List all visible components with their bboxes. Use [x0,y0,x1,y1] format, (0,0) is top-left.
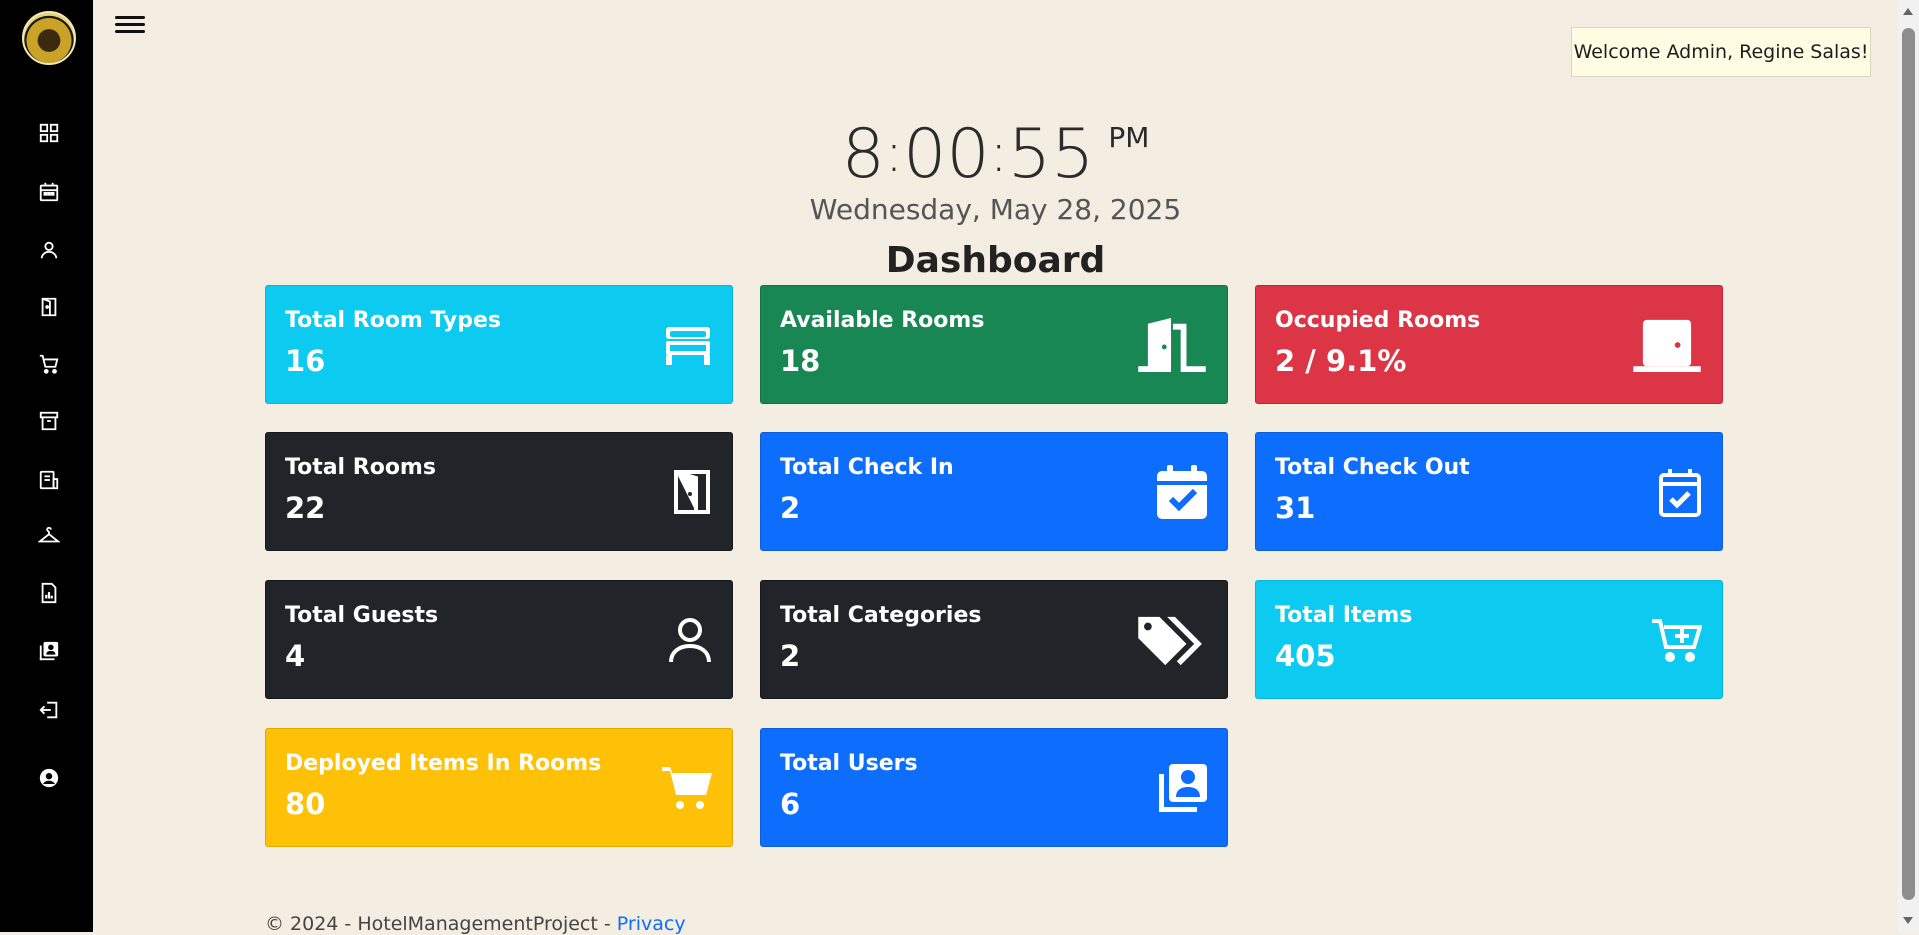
clock-hour: 8 [841,115,885,194]
tags-icon [1137,611,1207,669]
users-icon[interactable] [36,638,62,664]
card-total-items[interactable]: Total Items 405 [1255,580,1723,699]
bed-icon [642,316,712,374]
hanger-icon[interactable] [36,523,62,549]
card-total-guests[interactable]: Total Guests 4 [265,580,733,699]
door-open-icon [1137,316,1207,374]
hotel-logo[interactable] [22,11,76,65]
card-total-check-in[interactable]: Total Check In 2 [760,432,1228,551]
card-total-room-types[interactable]: Total Room Types 16 [265,285,733,404]
card-label: Available Rooms [780,308,985,333]
door-icon[interactable] [36,294,62,320]
archive-icon[interactable] [36,408,62,434]
card-value: 6 [780,787,801,821]
card-value: 80 [285,787,326,821]
clock-minutes: 00 [903,115,990,194]
receipt-icon[interactable] [36,467,62,493]
card-label: Total Users [780,751,918,776]
hamburger-line [115,23,145,26]
clock-colon: : [989,121,1008,184]
page-scrollbar[interactable] [1898,0,1919,932]
card-value: 405 [1275,639,1336,673]
account-icon[interactable] [36,765,62,791]
card-value: 2 [780,491,801,525]
card-label: Total Rooms [285,455,436,480]
users-icon [1137,759,1207,817]
calendar-icon[interactable] [36,179,62,205]
card-available-rooms[interactable]: Available Rooms 18 [760,285,1228,404]
page-title: Dashboard [885,240,1106,281]
door-icon [642,463,712,521]
card-deployed-items[interactable]: Deployed Items In Rooms 80 [265,728,733,847]
card-label: Total Check Out [1275,455,1470,480]
clock-ampm: PM [1108,121,1150,154]
dashboard-icon[interactable] [36,120,62,146]
card-occupied-rooms[interactable]: Occupied Rooms 2 / 9.1% [1255,285,1723,404]
hamburger-menu-button[interactable] [115,12,145,38]
report-icon[interactable] [36,580,62,606]
card-label: Total Room Types [285,308,502,333]
user-icon[interactable] [36,237,62,263]
card-value: 2 [780,639,801,673]
cart-plus-icon [1632,611,1702,669]
scroll-down-icon[interactable] [1903,917,1913,924]
card-total-users[interactable]: Total Users 6 [760,728,1228,847]
cart-icon[interactable] [36,351,62,377]
person-icon [642,611,712,669]
card-label: Deployed Items In Rooms [285,751,602,776]
scrollbar-thumb[interactable] [1902,28,1915,900]
card-label: Total Items [1275,603,1413,628]
clock: 8:00:55 PM [93,98,1898,195]
card-total-categories[interactable]: Total Categories 2 [760,580,1228,699]
card-label: Occupied Rooms [1275,308,1481,333]
card-total-check-out[interactable]: Total Check Out 31 [1255,432,1723,551]
sidebar [0,0,93,932]
logout-icon[interactable] [36,697,62,723]
calendar-check-outline-icon [1632,463,1702,521]
card-value: 18 [780,344,821,378]
card-value: 31 [1275,491,1316,525]
clock-section: 8:00:55 PM Wednesday, May 28, 2025 Dashbo… [93,98,1898,281]
welcome-message: Welcome Admin, Regine Salas! [1571,27,1871,77]
card-label: Total Categories [780,603,982,628]
card-value: 4 [285,639,306,673]
calendar-check-icon [1137,463,1207,521]
card-value: 16 [285,344,326,378]
clock-colon: : [884,121,904,184]
clock-seconds: 55 [1007,115,1095,194]
card-total-rooms[interactable]: Total Rooms 22 [265,432,733,551]
card-value: 22 [285,491,326,525]
cart-icon [642,759,712,817]
door-closed-icon [1632,316,1702,374]
current-date: Wednesday, May 28, 2025 [809,193,1182,226]
card-label: Total Guests [285,603,439,628]
card-label: Total Check In [780,455,954,480]
scroll-up-icon[interactable] [1903,8,1913,15]
hamburger-line [115,16,145,19]
card-value: 2 / 9.1% [1275,344,1407,378]
hamburger-line [115,30,145,33]
